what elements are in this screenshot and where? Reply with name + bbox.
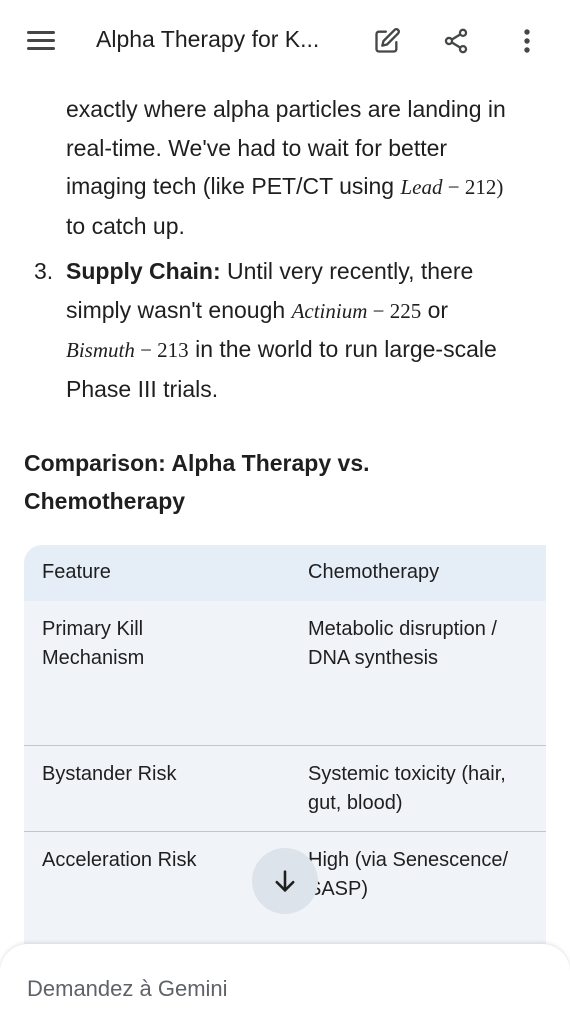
more-vert-icon[interactable] <box>510 24 544 58</box>
text-line: to catch up. <box>66 212 185 239</box>
column-header-chemotherapy: Chemotherapy <box>308 561 440 583</box>
table-cell: Bystander Risk <box>42 763 177 785</box>
list-number: 3. <box>34 258 54 284</box>
table-row: Bystander Risk Systemic toxicity (hair, g… <box>24 745 546 831</box>
scroll-down-button[interactable] <box>252 848 318 914</box>
text-line: imaging tech (like PET/CT using Lead − 2… <box>66 173 504 199</box>
column-header-feature: Feature <box>42 561 111 583</box>
prompt-input[interactable]: Demandez à Gemini <box>27 976 228 1002</box>
paragraph-continued: exactly where alpha particles are landin… <box>66 90 556 245</box>
share-icon[interactable] <box>439 24 473 58</box>
math-expression: Lead − 212) <box>400 175 504 199</box>
list-item-title: Supply Chain: <box>66 258 221 284</box>
menu-icon[interactable] <box>24 26 58 56</box>
top-app-bar: Alpha Therapy for K... <box>0 0 570 84</box>
math-expression: Actinium − 225 <box>291 298 422 323</box>
text-line: real-time. We've had to wait for better <box>66 134 448 161</box>
list-item-supply-chain: Supply Chain: Until very recently, there… <box>66 252 556 408</box>
arrow-down-icon <box>275 870 295 892</box>
table-row: Primary Kill Mechanism Metabolic disrupti… <box>24 601 546 745</box>
prompt-composer[interactable]: Demandez à Gemini <box>0 944 570 1023</box>
math-expression: Bismuth − 213 <box>66 338 189 362</box>
text-line: Bismuth − 213 in the world to run large-… <box>66 336 497 362</box>
text-line: simply wasn't enough Actinium − 225 or <box>66 296 449 323</box>
gemini-chat-screen: Alpha Therapy for K... exactly where alp… <box>0 0 570 1023</box>
text-line: exactly where alpha particles are landin… <box>66 96 506 122</box>
table-header-row: Feature Chemotherapy <box>24 545 546 601</box>
conversation-title[interactable]: Alpha Therapy for K... <box>96 26 346 53</box>
text-line: Phase III trials. <box>66 375 219 402</box>
table-cell: Systemic toxicity (hair, gut, blood) <box>308 763 506 814</box>
section-heading: Comparison: Alpha Therapy vs. Chemothera… <box>24 450 370 514</box>
edit-icon[interactable] <box>370 24 404 58</box>
table-cell: Acceleration Risk <box>42 849 197 871</box>
table-cell: High (via Senescence/SASP) <box>308 849 509 900</box>
text-line: Supply Chain: Until very recently, there <box>66 258 474 284</box>
table-cell: Primary Kill Mechanism <box>42 618 145 669</box>
table-cell: Metabolic disruption / DNA synthesis <box>308 618 497 669</box>
